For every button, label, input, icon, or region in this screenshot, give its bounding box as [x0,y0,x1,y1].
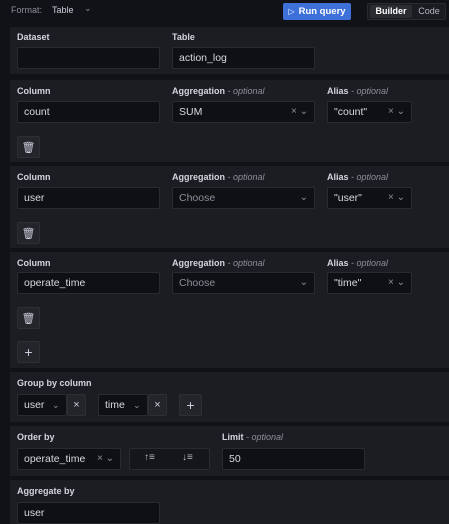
editor-mode-toggle: Builder Code [367,3,446,20]
alias-select[interactable]: "time" × ⌄ [327,272,412,294]
limit-input[interactable]: 50 [222,448,365,470]
chevron-down-icon: ⌄ [52,400,60,410]
clear-chevron-icons[interactable]: × ⌄ [388,102,405,122]
code-mode-button[interactable]: Code [414,5,444,18]
order-by-select[interactable]: operate_time × ⌄ [17,448,121,470]
group-by-chip[interactable]: user ⌄ [17,394,67,416]
alias-select[interactable]: "user" × ⌄ [327,187,412,209]
clear-chevron-icons[interactable]: × ⌄ [388,273,405,293]
close-icon[interactable]: × [67,394,86,416]
play-icon: ▷ [288,7,295,16]
order-by-section: Order by operate_time × ⌄ ↑≡ ↓≡ Limit - o… [10,426,449,476]
aggregate-by-section: Aggregate by user [10,480,449,524]
limit-label: Limit - optional [222,432,284,442]
sort-ascending-icon[interactable]: ↑≡ [144,452,155,463]
plus-icon: + [24,344,33,360]
column-block-3: Column operate_time Aggregation - option… [10,252,449,368]
trash-icon[interactable]: 🗑 [17,222,40,244]
clear-chevron-icons[interactable]: × ⌄ [291,102,308,122]
column-select[interactable]: operate_time [17,272,160,294]
column-block-2: Column user Aggregation - optional Choos… [10,166,449,248]
dataset-label: Dataset [17,32,50,42]
builder-mode-button[interactable]: Builder [370,5,412,18]
format-select[interactable]: Table [52,5,74,15]
aggregation-select[interactable]: Choose ⌄ [172,187,315,209]
trash-icon[interactable]: 🗑 [17,136,40,158]
column-select[interactable]: user [17,187,160,209]
column-label: Column [17,172,51,182]
aggregation-label: Aggregation - optional [172,172,265,182]
clear-chevron-icons[interactable]: × ⌄ [97,449,114,469]
chevron-down-icon: ⌄ [133,400,141,410]
chevron-down-icon[interactable]: ⌄ [300,273,308,293]
alias-label: Alias - optional [327,86,389,96]
aggregation-label: Aggregation - optional [172,258,265,268]
chevron-down-icon[interactable]: ⌄ [84,3,92,14]
aggregate-by-label: Aggregate by [17,486,75,496]
table-select[interactable]: action_log [172,47,315,69]
run-query-button[interactable]: ▷ Run query [283,3,351,20]
sort-direction-toggle: ↑≡ ↓≡ [129,448,210,470]
alias-label: Alias - optional [327,172,389,182]
order-by-label: Order by [17,432,55,442]
alias-label: Alias - optional [327,258,389,268]
group-by-section: Group by column user ⌄ × time ⌄ × + [10,372,449,422]
column-label: Column [17,86,51,96]
column-select[interactable]: count [17,101,160,123]
aggregation-select[interactable]: SUM × ⌄ [172,101,315,123]
plus-icon: + [186,397,195,413]
column-block-1: Column count Aggregation - optional SUM ×… [10,80,449,162]
run-query-label: Run query [298,6,346,17]
table-label: Table [172,32,195,42]
query-toolbar: Format: Table ⌄ ▷ Run query Builder Code [0,0,449,22]
sort-descending-icon[interactable]: ↓≡ [182,452,193,463]
alias-select[interactable]: "count" × ⌄ [327,101,412,123]
trash-icon[interactable]: 🗑 [17,307,40,329]
column-label: Column [17,258,51,268]
add-group-by-button[interactable]: + [179,394,202,416]
chevron-down-icon[interactable]: ⌄ [300,188,308,208]
clear-chevron-icons[interactable]: × ⌄ [388,188,405,208]
aggregation-label: Aggregation - optional [172,86,265,96]
aggregation-select[interactable]: Choose ⌄ [172,272,315,294]
group-by-chip[interactable]: time ⌄ [98,394,148,416]
group-by-label: Group by column [17,378,92,388]
dataset-table-section: Dataset Table action_log [10,27,449,74]
dataset-select[interactable] [17,47,160,69]
format-label: Format: [11,5,43,15]
close-icon[interactable]: × [148,394,167,416]
aggregate-by-select[interactable]: user [17,502,160,524]
add-column-button[interactable]: + [17,341,40,363]
